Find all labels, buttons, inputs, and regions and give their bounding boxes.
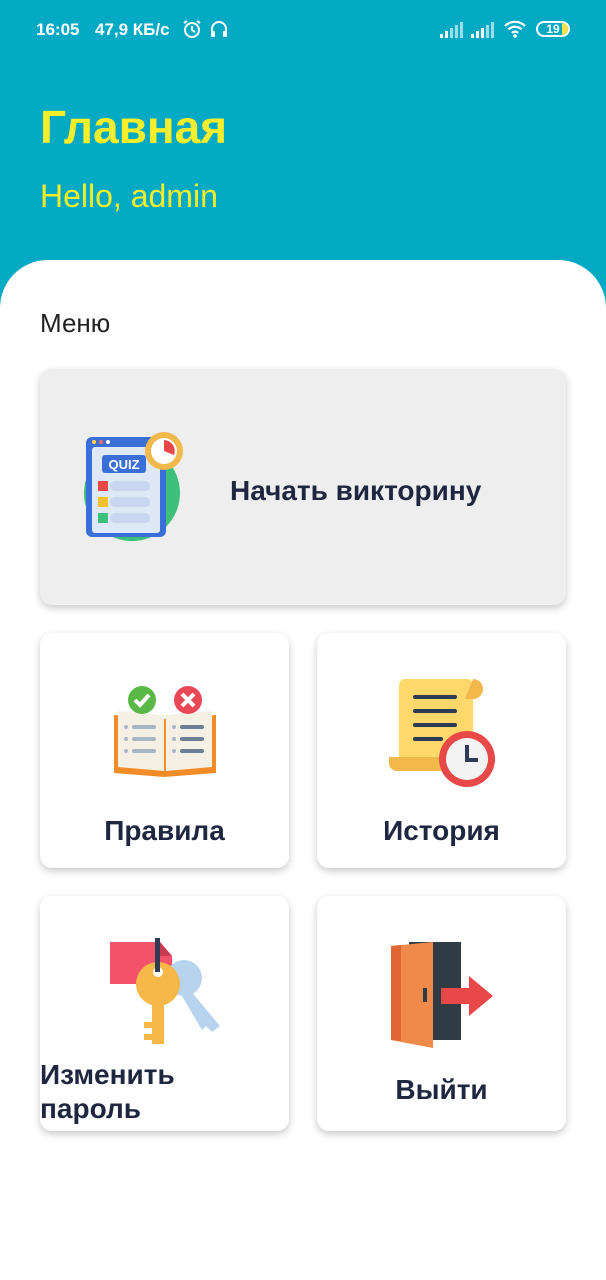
svg-text:QUIZ: QUIZ bbox=[108, 457, 139, 472]
menu-heading: Меню bbox=[40, 308, 111, 338]
battery-icon: 19 bbox=[536, 21, 570, 37]
change-password-label: Изменить пароль bbox=[40, 1059, 175, 1124]
keys-icon bbox=[108, 938, 224, 1053]
status-network-speed: 47,9 КБ/с bbox=[95, 20, 170, 39]
rules-card[interactable]: Правила bbox=[40, 633, 289, 868]
signal-icon bbox=[440, 22, 464, 43]
exit-label: Выйти bbox=[395, 1074, 488, 1105]
rules-label: Правила bbox=[104, 815, 225, 846]
alarm-icon bbox=[182, 19, 202, 44]
signal-icon bbox=[471, 22, 495, 43]
status-time: 16:05 bbox=[36, 20, 80, 39]
quiz-icon: QUIZ bbox=[80, 431, 190, 548]
wifi-icon bbox=[503, 19, 527, 44]
start-quiz-label: Начать викторину bbox=[230, 475, 482, 506]
headphones-icon bbox=[209, 19, 229, 44]
page-title: Главная bbox=[40, 101, 228, 153]
start-quiz-card[interactable]: QUIZ Начать викторину bbox=[40, 369, 566, 605]
history-label: История bbox=[383, 815, 500, 846]
status-bar: 16:05 47,9 КБ/с 19 bbox=[0, 0, 606, 60]
battery-level: 19 bbox=[546, 22, 560, 36]
exit-door-icon bbox=[389, 940, 495, 1055]
history-scroll-icon bbox=[387, 677, 497, 794]
change-password-card[interactable]: Изменить пароль bbox=[40, 896, 289, 1131]
rules-book-icon bbox=[112, 685, 218, 784]
greeting-text: Hello, admin bbox=[40, 178, 218, 214]
exit-card[interactable]: Выйти bbox=[317, 896, 566, 1131]
history-card[interactable]: История bbox=[317, 633, 566, 868]
